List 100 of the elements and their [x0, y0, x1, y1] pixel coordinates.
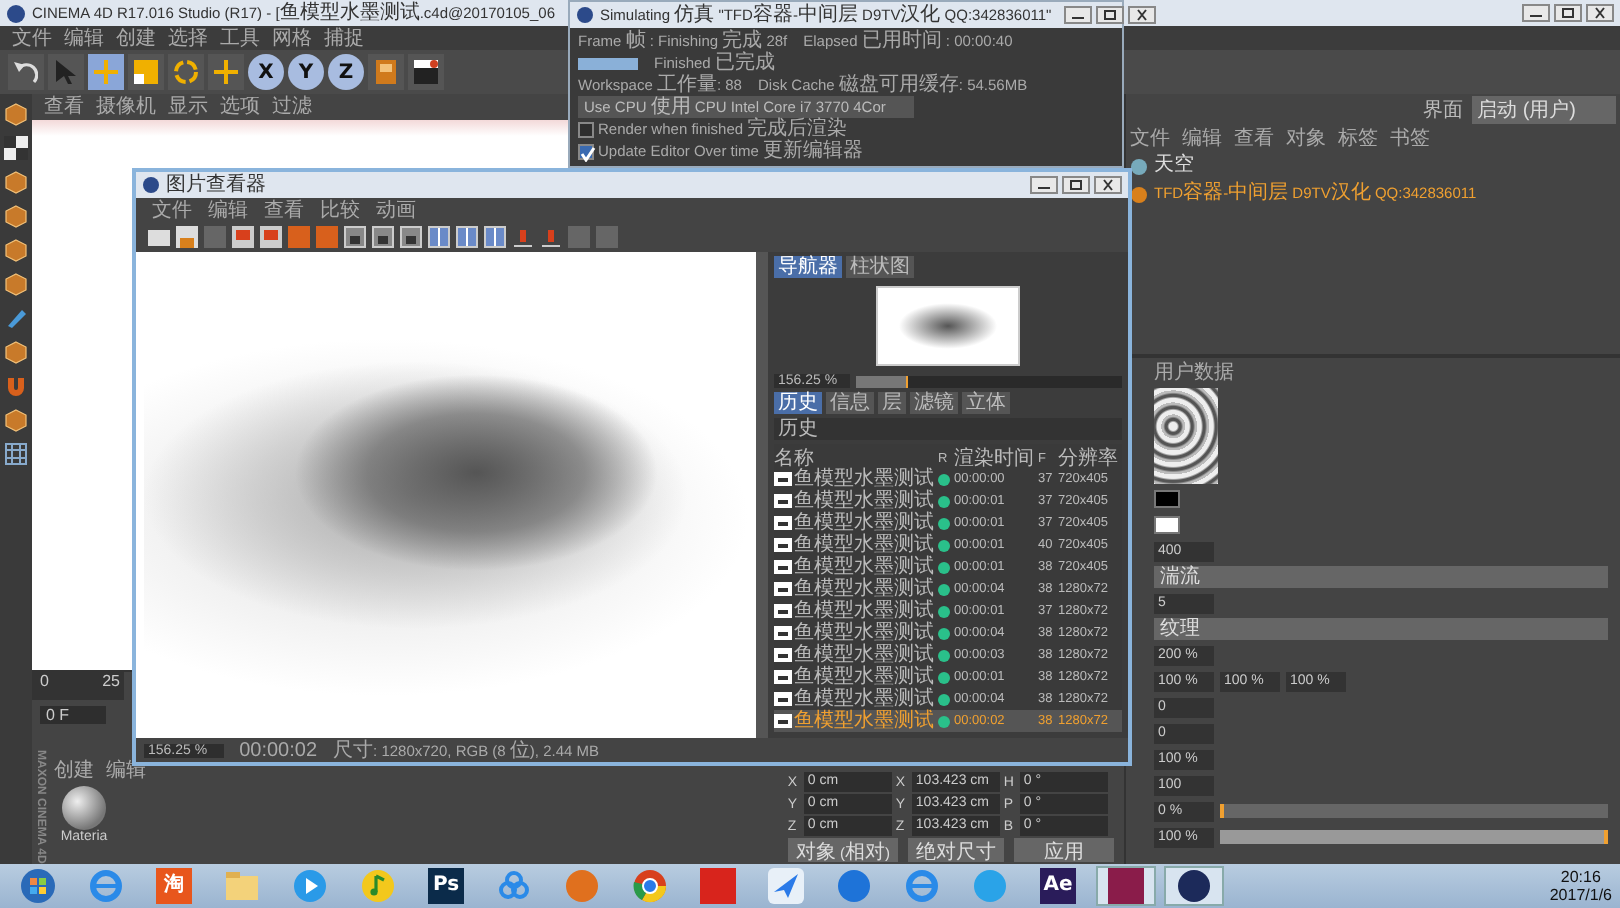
menu-item[interactable]: 查看 — [44, 96, 84, 118]
cube-icon[interactable] — [4, 408, 28, 432]
render-icon[interactable] — [260, 226, 282, 248]
checkbox[interactable] — [578, 121, 594, 137]
bird-icon — [768, 868, 804, 904]
frame-icon[interactable] — [344, 226, 366, 248]
layout-dropdown[interactable]: 启动 (用户) — [1471, 96, 1616, 124]
taskbar-app[interactable]: 淘 — [144, 866, 204, 906]
rotate-tool[interactable] — [168, 54, 204, 90]
menu-item[interactable]: 比较 — [320, 199, 360, 221]
app-tile: Ae — [1040, 868, 1076, 904]
apply-button[interactable]: 应用 — [1014, 838, 1114, 862]
add-tool[interactable] — [208, 54, 244, 90]
menu-item[interactable]: 创建 — [116, 27, 156, 49]
menu-item[interactable]: 文件 — [12, 27, 52, 49]
compare-icon[interactable] — [428, 226, 450, 248]
menu-item[interactable]: 选项 — [220, 96, 260, 118]
cube-icon[interactable] — [4, 204, 28, 228]
menu-item[interactable]: 标签 — [1338, 128, 1378, 150]
menu-item[interactable]: 创建 — [54, 760, 94, 782]
menu-item[interactable]: 文件 — [152, 199, 192, 221]
material-ball[interactable] — [62, 786, 106, 830]
frame-icon[interactable] — [372, 226, 394, 248]
minimize-icon[interactable] — [1522, 4, 1550, 22]
taskbar-app[interactable]: Ae — [1028, 866, 1088, 906]
zoom-slider[interactable] — [855, 375, 1122, 387]
compare-icon[interactable] — [456, 226, 478, 248]
undo-button[interactable] — [8, 54, 44, 90]
layout-label: 界面 — [1423, 98, 1464, 124]
cube-icon[interactable] — [4, 272, 28, 296]
cube-icon[interactable] — [4, 238, 28, 262]
tab[interactable]: 导航器 — [774, 256, 842, 278]
column-header: 分辨率 — [1058, 445, 1120, 472]
tab[interactable]: 用户数据 — [1154, 362, 1234, 384]
color-swatch[interactable] — [1154, 490, 1180, 508]
taskbar-app[interactable]: Ps — [416, 866, 476, 906]
tab[interactable]: 柱状图 — [846, 256, 914, 278]
close-icon[interactable] — [1094, 176, 1122, 194]
menu-item[interactable]: 查看 — [1234, 128, 1274, 150]
checker-icon[interactable] — [4, 136, 28, 160]
menu-item[interactable]: 编辑 — [208, 199, 248, 221]
menu-item[interactable]: 工具 — [220, 27, 260, 49]
color-swatch[interactable] — [1154, 516, 1180, 534]
menu-item[interactable]: 捕捉 — [324, 27, 364, 49]
scale-tool[interactable] — [128, 54, 164, 90]
slider[interactable] — [1220, 804, 1608, 818]
tab[interactable]: 滤镜 — [910, 392, 958, 414]
pointer-tool[interactable] — [48, 54, 84, 90]
cube-icon[interactable] — [4, 170, 28, 194]
frame-icon[interactable] — [400, 226, 422, 248]
tab[interactable]: 立体 — [962, 392, 1010, 414]
menu-item[interactable]: 书签 — [1390, 128, 1430, 150]
dropdown[interactable]: 纹理 — [1154, 618, 1608, 640]
checkbox[interactable] — [578, 143, 594, 159]
axis-toggle[interactable]: X — [248, 54, 284, 90]
taskbar-app[interactable] — [1164, 866, 1224, 906]
maximize-icon[interactable] — [1554, 4, 1582, 22]
menu-item[interactable]: 编辑 — [64, 27, 104, 49]
menu-item[interactable]: 过滤 — [272, 96, 312, 118]
taskbar-app[interactable] — [1096, 866, 1156, 906]
frame-field[interactable]: 0 F — [40, 705, 106, 723]
marker-icon[interactable] — [512, 226, 534, 248]
axis-toggle[interactable]: Z — [328, 54, 364, 90]
maximize-icon[interactable] — [1095, 6, 1124, 24]
cube-icon[interactable] — [4, 102, 28, 126]
dropdown[interactable]: 绝对尺寸 — [908, 838, 1004, 862]
dropdown[interactable]: 湍流 — [1154, 566, 1608, 588]
play-icon — [292, 868, 328, 904]
menu-item[interactable]: 编辑 — [1182, 128, 1222, 150]
menu-item[interactable]: 文件 — [1130, 128, 1170, 150]
close-icon[interactable] — [1127, 6, 1156, 24]
cube-icon[interactable] — [4, 340, 28, 364]
tab[interactable]: 历史 — [774, 392, 822, 414]
slider[interactable] — [1220, 830, 1608, 844]
minimize-icon[interactable] — [1063, 6, 1092, 24]
status-dot-icon — [938, 473, 950, 485]
menu-item[interactable]: 选择 — [168, 27, 208, 49]
magnet-icon[interactable] — [4, 374, 28, 398]
chrome-icon — [632, 868, 668, 904]
menu-item[interactable]: 对象 — [1286, 128, 1326, 150]
render-tool[interactable] — [408, 54, 444, 90]
marker-icon[interactable] — [540, 226, 562, 248]
close-icon[interactable] — [1586, 4, 1614, 22]
axis-toggle[interactable]: Y — [288, 54, 324, 90]
object-row[interactable]: 天空 — [1130, 154, 1616, 178]
menu-item[interactable]: 动画 — [376, 199, 416, 221]
folder-icon[interactable] — [148, 226, 170, 248]
menu-item[interactable]: 摄像机 — [96, 96, 156, 118]
menu-item[interactable]: 网格 — [272, 27, 312, 49]
compare-icon[interactable] — [484, 226, 506, 248]
coordinate-tool[interactable] — [368, 54, 404, 90]
maximize-icon[interactable] — [1062, 176, 1090, 194]
render-icon[interactable] — [232, 226, 254, 248]
minimize-icon[interactable] — [1030, 176, 1058, 194]
tab[interactable]: 信息 — [826, 392, 874, 414]
grid-icon[interactable] — [4, 442, 28, 466]
tab[interactable]: 层 — [878, 392, 906, 414]
menu-item[interactable]: 显示 — [168, 96, 208, 118]
menu-item[interactable]: 查看 — [264, 199, 304, 221]
brush-icon[interactable] — [4, 306, 28, 330]
